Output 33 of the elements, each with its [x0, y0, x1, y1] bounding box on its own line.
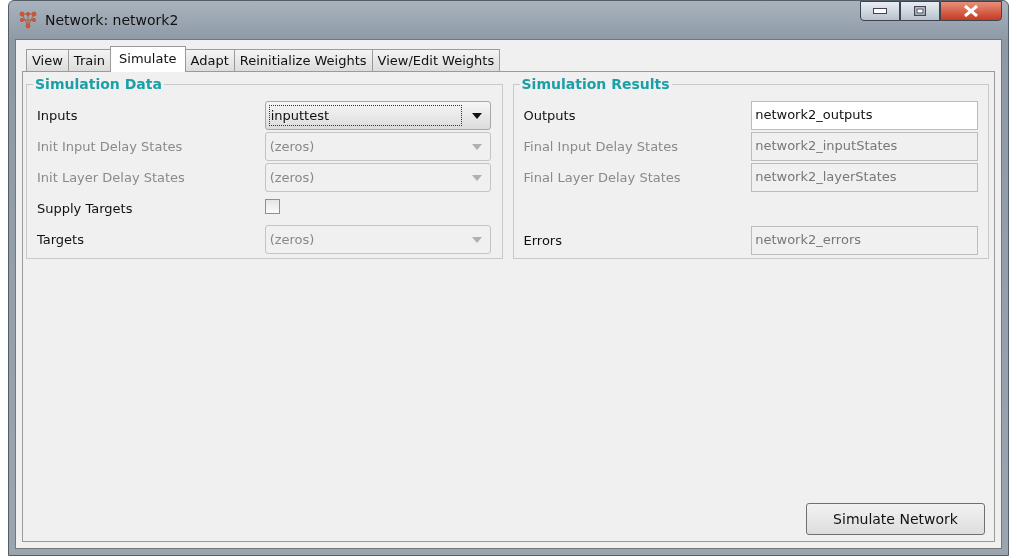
field-label: Final Layer Delay States	[523, 170, 682, 185]
network-icon	[19, 11, 37, 29]
field-label: Errors	[523, 233, 563, 248]
field-label: Supply Targets	[37, 201, 134, 216]
minimize-button[interactable]	[860, 1, 900, 21]
close-button[interactable]	[940, 1, 1002, 21]
maximize-icon	[914, 6, 926, 16]
window-title: Network: network2	[45, 12, 179, 28]
field-label: Final Input Delay States	[523, 139, 679, 154]
close-icon	[963, 5, 979, 17]
caret-icon	[472, 236, 483, 243]
text-field[interactable]: network2_outputs	[751, 101, 978, 130]
field-label: Outputs	[523, 108, 577, 123]
field-label: Init Layer Delay States	[37, 170, 186, 185]
checkbox[interactable]	[264, 199, 280, 214]
tab[interactable]: Train	[67, 49, 112, 71]
group-title: Simulation Results	[520, 76, 671, 92]
field-label: Inputs	[37, 108, 79, 123]
caret-icon	[472, 112, 483, 119]
maximize-button[interactable]	[900, 1, 940, 21]
caret-icon	[472, 174, 483, 181]
tab[interactable]: Simulate	[110, 46, 186, 72]
field-label: Init Input Delay States	[37, 139, 184, 154]
tab[interactable]: Reinitialize Weights	[233, 49, 373, 71]
dropdown[interactable]: inputtest	[264, 101, 492, 130]
tab[interactable]: Adapt	[184, 49, 235, 71]
simulate-network-button[interactable]: Simulate Network	[806, 503, 985, 535]
tab[interactable]: View	[26, 49, 69, 71]
minimize-icon	[873, 8, 887, 14]
tab[interactable]: View/Edit Weights	[371, 49, 501, 71]
field-label: Targets	[37, 232, 85, 247]
group-title: Simulation Data	[34, 76, 163, 92]
caret-icon	[472, 143, 483, 150]
